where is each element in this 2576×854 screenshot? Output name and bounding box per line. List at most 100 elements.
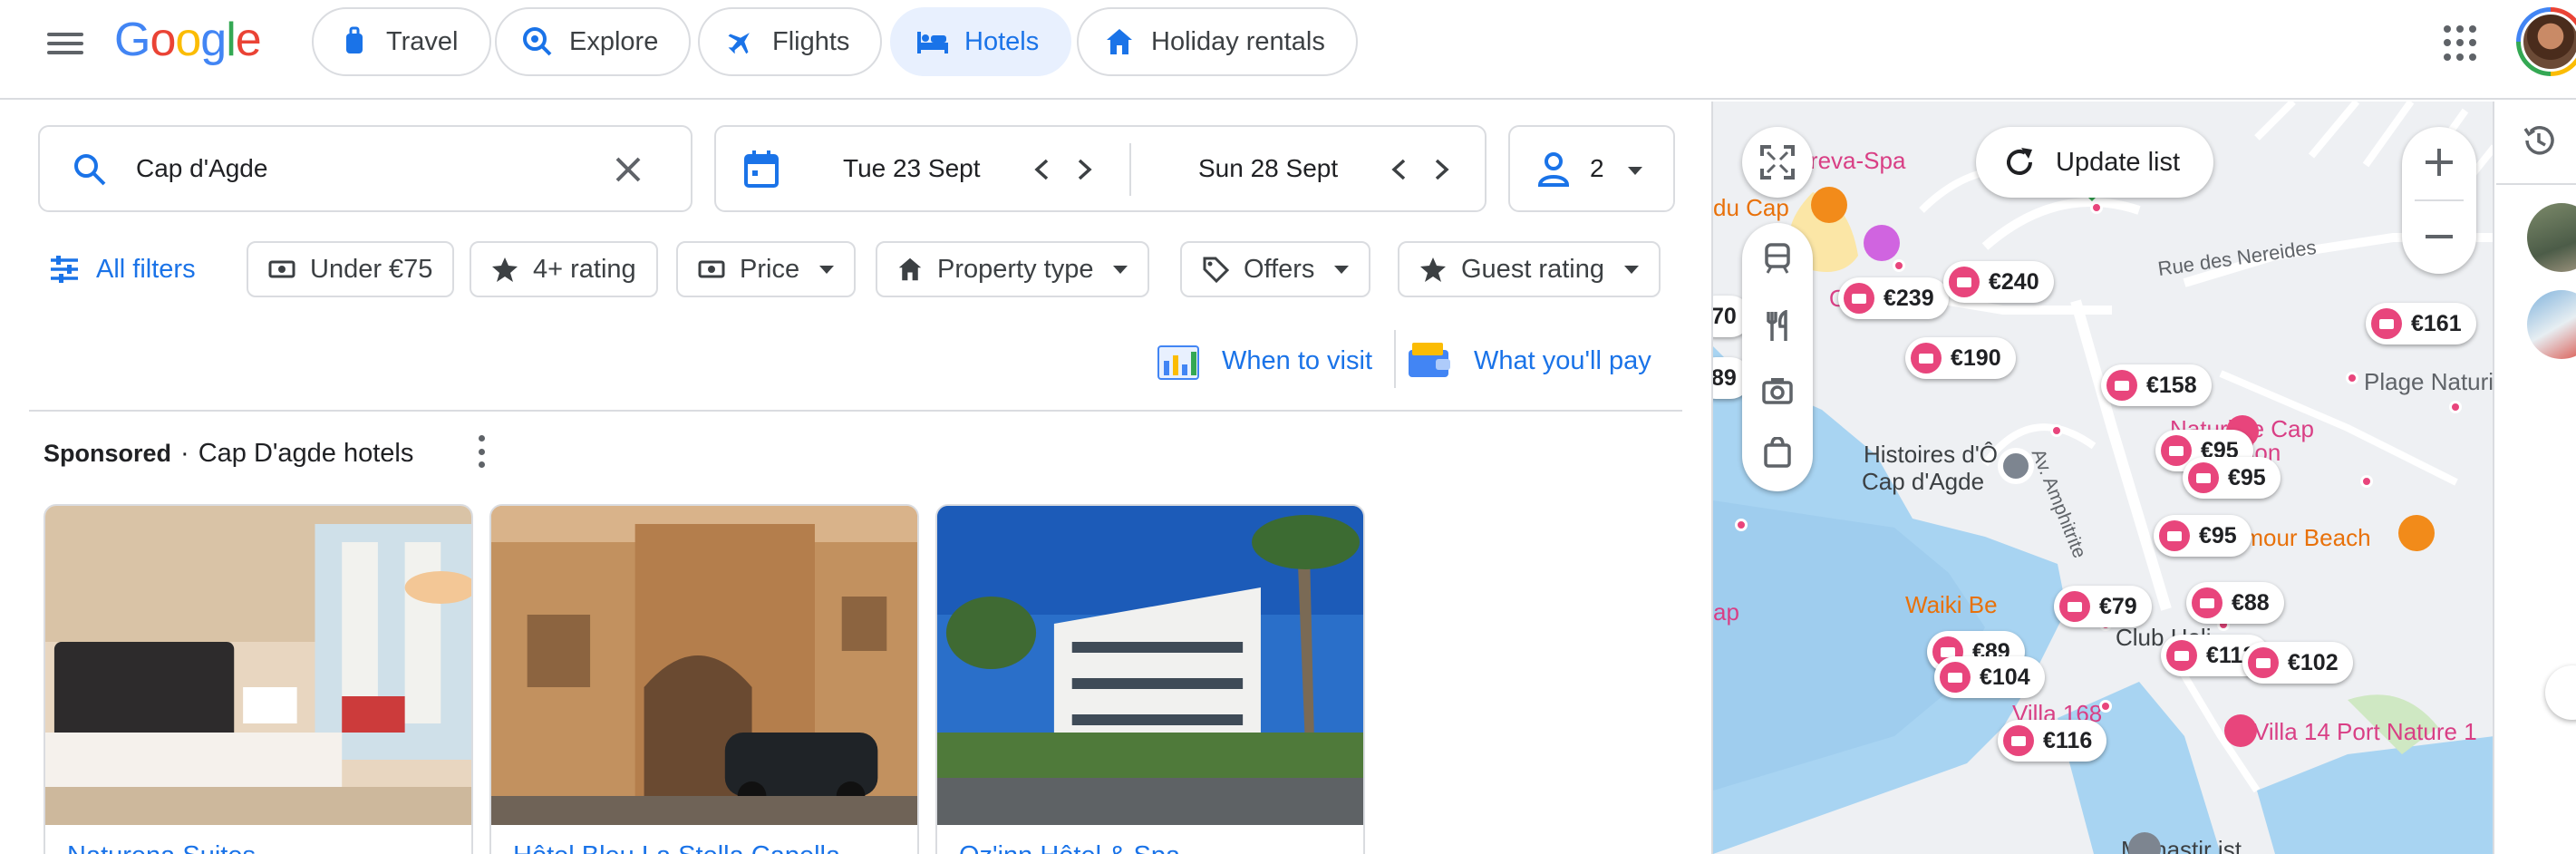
price-pin[interactable]: €239 — [1838, 277, 1949, 319]
guests-selector[interactable]: 2 — [1508, 125, 1675, 212]
map-view[interactable]: Natureva-Spa du Cap Oz'Inn Rue des Nerei… — [1711, 102, 2493, 854]
transit-icon[interactable] — [1764, 243, 1791, 274]
house-icon — [2161, 435, 2192, 466]
price-pin[interactable]: €240 — [1943, 261, 2054, 303]
price-pin[interactable]: €190 — [1905, 337, 2016, 379]
restaurant-poi-icon[interactable] — [1811, 187, 1847, 223]
recent-search-thumbnail[interactable] — [2527, 290, 2576, 359]
hotel-card-title: Hôtel Bleu La Stella Capella — [513, 841, 840, 854]
price-pin-label: €79 — [2099, 593, 2137, 619]
price-pin[interactable]: €102 — [2242, 642, 2353, 684]
history-icon[interactable] — [2522, 123, 2556, 158]
filter-under-75[interactable]: Under €75 — [247, 241, 455, 297]
hotel-card[interactable]: Hôtel Bleu La Stella Capella — [489, 504, 919, 854]
price-pin[interactable]: €116 — [1998, 720, 2107, 762]
tab-flights[interactable]: Flights — [698, 7, 883, 76]
price-pin[interactable]: €161 — [2366, 303, 2476, 345]
plus-icon — [2426, 149, 2453, 176]
checkout-date[interactable]: Sun 28 Sept — [1198, 154, 1338, 183]
map-poi-dot — [2360, 475, 2373, 488]
filter-label: Price — [740, 254, 800, 284]
filter-property-type[interactable]: Property type — [876, 241, 1150, 297]
clear-icon[interactable] — [615, 156, 642, 183]
search-icon — [74, 154, 106, 186]
account-avatar[interactable] — [2516, 7, 2576, 76]
chevron-left-icon[interactable] — [1033, 158, 1050, 181]
house-icon — [2192, 587, 2223, 618]
location-poi-icon[interactable] — [1998, 448, 2034, 484]
sponsored-heading: Cap D'agde hotels — [198, 439, 414, 468]
more-options-icon[interactable] — [477, 435, 486, 468]
caret-down-icon — [1334, 265, 1350, 274]
person-icon — [1537, 152, 1570, 187]
sponsored-header: Sponsored · Cap D'agde hotels — [44, 439, 413, 469]
restaurant-icon[interactable] — [1766, 310, 1791, 343]
date-picker[interactable]: Tue 23 Sept Sun 28 Sept — [714, 125, 1487, 212]
update-list-button[interactable]: Update list — [1976, 127, 2213, 198]
map-poi-dot — [2099, 700, 2112, 713]
what-you-pay-link[interactable]: What you'll pay — [1407, 341, 1651, 381]
update-list-label: Update list — [2056, 147, 2181, 177]
luggage-icon — [339, 26, 370, 57]
filter-offers[interactable]: Offers — [1180, 241, 1371, 297]
all-filters-label: All filters — [96, 254, 196, 284]
sponsored-label: Sponsored — [44, 440, 172, 467]
hotel-bed-icon — [1911, 343, 1942, 374]
restaurant-poi-icon[interactable] — [2398, 515, 2435, 551]
price-pin[interactable]: €88 — [2186, 582, 2284, 624]
tab-hotels[interactable]: Hotels — [890, 7, 1072, 76]
chevron-right-icon[interactable] — [1077, 158, 1093, 181]
shopping-bag-icon[interactable] — [1764, 437, 1791, 468]
house-icon — [2159, 520, 2190, 551]
zoom-in-button[interactable] — [2402, 127, 2476, 199]
caret-down-icon — [819, 265, 835, 274]
google-logo[interactable]: Google — [114, 13, 262, 67]
zoom-out-button[interactable] — [2402, 201, 2476, 274]
separator-dot: · — [180, 439, 189, 468]
hotel-card[interactable]: Oz'inn Hôtel & Spa — [935, 504, 1365, 854]
location-input-value[interactable]: Cap d'Agde — [136, 154, 267, 183]
price-pin-label: 89 — [1711, 364, 1737, 391]
price-pin[interactable]: €104 — [1934, 656, 2045, 698]
fullscreen-button[interactable] — [1742, 127, 1813, 198]
camera-icon[interactable] — [1762, 377, 1793, 404]
price-pin[interactable]: €95 — [2183, 457, 2281, 499]
checkin-date[interactable]: Tue 23 Sept — [843, 154, 981, 183]
price-pin[interactable]: €79 — [2054, 586, 2152, 627]
tab-label: Explore — [569, 26, 659, 56]
map-poi-dot — [2050, 424, 2063, 437]
location-search-field[interactable]: Cap d'Agde — [38, 125, 692, 212]
recent-search-thumbnail[interactable] — [2527, 203, 2576, 272]
guests-count: 2 — [1590, 154, 1604, 182]
all-filters-button[interactable]: All filters — [49, 241, 196, 297]
when-to-visit-link[interactable]: When to visit — [1157, 341, 1372, 381]
wallet-icon — [1409, 343, 1450, 377]
filter-price[interactable]: Price — [676, 241, 857, 297]
what-you-pay-label: What you'll pay — [1474, 345, 1651, 375]
chevron-right-icon[interactable] — [1434, 158, 1450, 181]
hotel-bed-icon — [1949, 267, 1980, 297]
google-apps-icon[interactable] — [2444, 25, 2480, 62]
filter-label: 4+ rating — [533, 254, 636, 284]
chevron-left-icon[interactable] — [1390, 158, 1407, 181]
price-pin-label: €116 — [2043, 727, 2093, 753]
camera-poi-icon[interactable] — [1864, 225, 1900, 261]
filter-guest-rating[interactable]: Guest rating — [1398, 241, 1661, 297]
caret-down-icon — [1113, 265, 1128, 274]
price-pin-label: €104 — [1980, 664, 2030, 690]
tab-travel[interactable]: Travel — [312, 7, 491, 76]
hotel-card[interactable]: Naturena Suites — [44, 504, 473, 854]
price-pin-label: €239 — [1884, 285, 1934, 311]
price-pin-label: €95 — [2199, 522, 2237, 548]
tab-holiday-rentals[interactable]: Holiday rentals — [1077, 7, 1358, 76]
tab-explore[interactable]: Explore — [495, 7, 692, 76]
feedback-button[interactable] — [2545, 665, 2576, 720]
price-pin[interactable]: €95 — [2154, 515, 2252, 557]
house-icon — [2248, 647, 2279, 678]
hotel-poi-icon[interactable] — [2224, 714, 2257, 747]
main-menu-icon[interactable] — [47, 27, 83, 63]
price-pin[interactable]: €158 — [2101, 364, 2212, 406]
map-label: Waiki Be — [1905, 591, 1998, 618]
calendar-chart-icon — [1157, 345, 1199, 380]
filter-4-plus-rating[interactable]: 4+ rating — [470, 241, 658, 297]
